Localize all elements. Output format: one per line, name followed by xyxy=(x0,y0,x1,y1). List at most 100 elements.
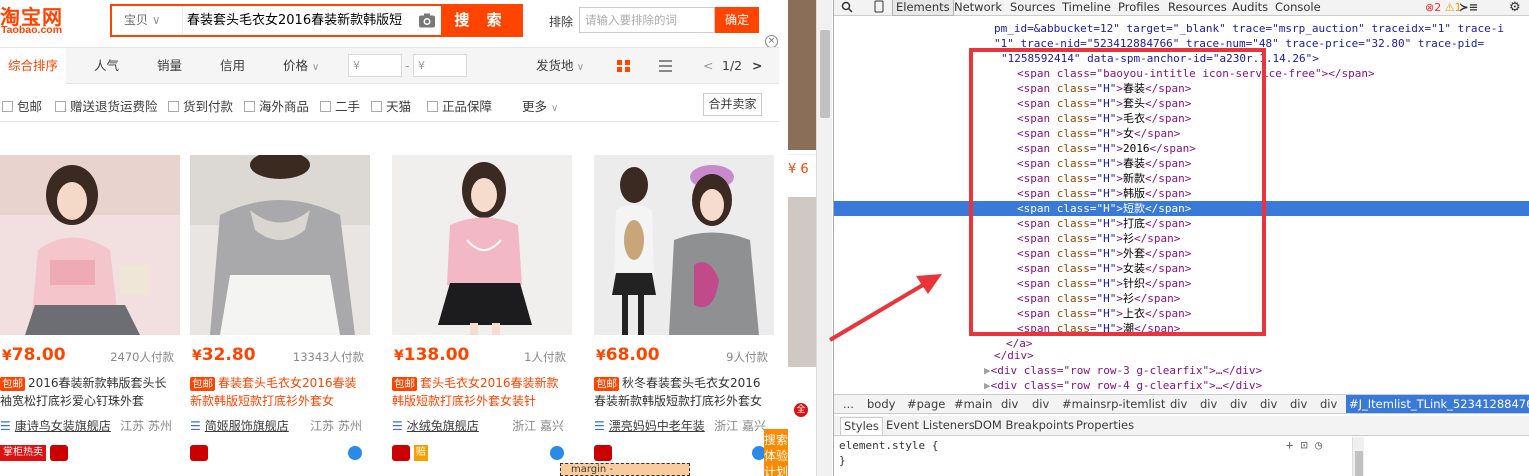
service-icon[interactable] xyxy=(550,446,564,460)
filter-genuine[interactable]: 正品保障 xyxy=(427,96,492,115)
shop-link[interactable]: ☰ 漂亮妈妈中老年装 xyxy=(594,417,705,434)
crumb[interactable]: div xyxy=(1260,397,1277,411)
taobao-logo[interactable]: 淘宝网 Taobao.com xyxy=(0,0,100,42)
search-icon[interactable] xyxy=(841,0,853,15)
exclude-confirm-button[interactable]: 确定 xyxy=(715,7,759,33)
crumb[interactable]: div xyxy=(1032,397,1049,411)
shop-link[interactable]: ☰ 冰绒兔旗舰店 xyxy=(392,417,479,434)
wangwang-icon[interactable] xyxy=(392,445,410,461)
product-card[interactable]: ¥138.00 1人付款 包邮 套头毛衣女2016春装新款韩版短款打底衫外套女装针… xyxy=(392,155,574,476)
wangwang-icon[interactable] xyxy=(594,445,612,461)
product-image[interactable] xyxy=(594,155,774,335)
crumb[interactable]: #main xyxy=(954,397,992,411)
sort-popularity-tab[interactable]: 人气 xyxy=(94,48,119,84)
tab-resources[interactable]: Resources xyxy=(1168,0,1227,15)
wangwang-icon[interactable] xyxy=(190,445,208,461)
dom-line[interactable]: </div> xyxy=(994,348,1034,363)
sort-credit-tab[interactable]: 信用 xyxy=(220,48,245,84)
filter-free-shipping[interactable]: 包邮 xyxy=(2,96,42,115)
checkbox[interactable] xyxy=(2,101,13,112)
checkbox[interactable] xyxy=(320,101,331,112)
tab-elements[interactable]: Elements xyxy=(892,0,954,16)
color-format-icon[interactable]: ◷ xyxy=(1315,438,1322,452)
checkbox[interactable] xyxy=(427,101,438,112)
dom-line[interactable]: ▶<div class="row row-3 g-clearfix">…</di… xyxy=(984,363,1262,378)
sort-default-tab[interactable]: 综合排序 xyxy=(0,48,67,84)
shop-link[interactable]: ☰ 简姬服饰旗舰店 xyxy=(190,417,289,434)
crumb[interactable]: div xyxy=(1290,397,1307,411)
crumb[interactable]: div xyxy=(1200,397,1217,411)
device-mode-icon[interactable] xyxy=(874,0,884,15)
filter-overseas[interactable]: 海外商品 xyxy=(244,96,309,115)
crumb[interactable]: div xyxy=(1230,397,1247,411)
checkbox[interactable] xyxy=(168,101,179,112)
search-button[interactable]: 搜 索 xyxy=(441,4,521,37)
tab-dom-breakpoints[interactable]: DOM Breakpoints xyxy=(974,418,1074,432)
exclude-input[interactable]: 请输入要排除的词 xyxy=(579,7,715,33)
crumb[interactable]: ... xyxy=(843,397,854,411)
element-style-rule[interactable]: element.style { xyxy=(839,439,938,452)
scrollbar-thumb[interactable] xyxy=(820,30,830,118)
camera-icon[interactable] xyxy=(418,12,436,29)
filter-cod[interactable]: 货到付款 xyxy=(168,96,233,115)
product-image[interactable] xyxy=(190,155,370,335)
expand-arrow-icon[interactable]: ▶ xyxy=(984,379,991,392)
tab-properties[interactable]: Properties xyxy=(1076,418,1134,432)
filter-secondhand[interactable]: 二手 xyxy=(320,96,360,115)
checkbox[interactable] xyxy=(244,101,255,112)
dom-line[interactable]: pm_id=&abbucket=12" target="_blank" trac… xyxy=(994,21,1504,36)
ship-from-select[interactable]: 发货地 ∨ xyxy=(536,48,584,84)
styles-scrollbar[interactable] xyxy=(1352,437,1364,476)
wangwang-icon[interactable] xyxy=(49,445,68,461)
shop-link[interactable]: ☰ 康诗鸟女装旗舰店 xyxy=(0,417,111,434)
tab-console[interactable]: Console xyxy=(1275,0,1321,15)
product-title[interactable]: 包邮 2016春装新款韩版套头长袖宽松打底衫爱心钉珠外套 xyxy=(0,374,176,410)
console-drawer-icon[interactable]: ≻≡ xyxy=(1459,0,1478,15)
price-to-input[interactable]: ¥ xyxy=(413,54,467,77)
filter-tmall[interactable]: 天猫 xyxy=(371,96,411,115)
product-card[interactable]: ¥68.00 9人付款 包邮 秋冬春装套头毛衣女2016春装新款韩版短款打底衫外套… xyxy=(594,155,776,476)
dom-line[interactable]: ▶<div class="row row-4 g-clearfix">…</di… xyxy=(984,378,1262,393)
list-view-icon[interactable] xyxy=(659,60,672,72)
new-rule-icon[interactable]: + xyxy=(1286,438,1293,452)
error-warning-counter[interactable]: ⊗2 ⚠1 xyxy=(1425,0,1462,15)
product-image[interactable] xyxy=(0,155,180,335)
search-experience-widget[interactable]: 搜索体验计划 xyxy=(764,429,788,476)
service-icon[interactable] xyxy=(348,446,362,460)
more-filters-button[interactable]: 更多 ∨ xyxy=(522,96,558,115)
element-state-icon[interactable]: ⊡ xyxy=(1300,438,1307,452)
product-title[interactable]: 包邮 春装套头毛衣女2016春装新款韩版短款打底衫外套女 xyxy=(190,374,366,410)
tab-sources[interactable]: Sources xyxy=(1010,0,1056,15)
product-card[interactable]: ¥78.00 2470人付款 包邮 2016春装新款韩版套头长袖宽松打底衫爱心钉珠… xyxy=(0,155,182,476)
gear-icon[interactable]: ⚙ xyxy=(1509,0,1521,15)
sort-sales-tab[interactable]: 销量 xyxy=(157,48,182,84)
tab-network[interactable]: Network xyxy=(954,0,1002,15)
product-image[interactable] xyxy=(392,155,572,335)
search-category-select[interactable]: 宝贝 ∨ xyxy=(112,6,178,35)
product-title[interactable]: 包邮 秋冬春装套头毛衣女2016春装新款韩版短款打底衫外套女 xyxy=(594,374,770,410)
tab-profiles[interactable]: Profiles xyxy=(1118,0,1160,15)
tab-timeline[interactable]: Timeline xyxy=(1062,0,1111,15)
crumb[interactable]: div xyxy=(1320,397,1337,411)
expand-arrow-icon[interactable]: ▶ xyxy=(984,364,991,377)
checkbox[interactable] xyxy=(55,101,66,112)
next-page-button[interactable]: > xyxy=(752,48,762,84)
crumb[interactable]: div xyxy=(1001,397,1018,411)
prev-page-button[interactable]: < xyxy=(703,48,713,84)
tab-event-listeners[interactable]: Event Listeners xyxy=(886,418,975,432)
search-input[interactable]: 春装套头毛衣女2016春装新款韩版短 xyxy=(182,6,418,35)
price-from-input[interactable]: ¥ xyxy=(348,54,402,77)
scrollbar-thumb[interactable] xyxy=(1355,451,1363,476)
crumb[interactable]: #page xyxy=(907,397,945,411)
product-title[interactable]: 包邮 套头毛衣女2016春装新款韩版短款打底衫外套女装针 xyxy=(392,374,568,410)
crumb-selected[interactable]: #J_Itemlist_TLink_523412884766 xyxy=(1346,395,1529,413)
sort-price-tab[interactable]: 价格 ∨ xyxy=(283,48,319,84)
tab-styles[interactable]: Styles xyxy=(840,417,883,435)
merge-sellers-button[interactable]: 合并卖家 xyxy=(703,93,762,116)
filter-return-insurance[interactable]: 赠送退货运费险 xyxy=(55,96,158,115)
grid-view-icon[interactable] xyxy=(617,60,631,72)
crumb[interactable]: body xyxy=(867,397,895,411)
page-scrollbar[interactable] xyxy=(816,0,832,476)
checkbox[interactable] xyxy=(371,101,382,112)
crumb[interactable]: #mainsrp-itemlist xyxy=(1062,397,1165,411)
